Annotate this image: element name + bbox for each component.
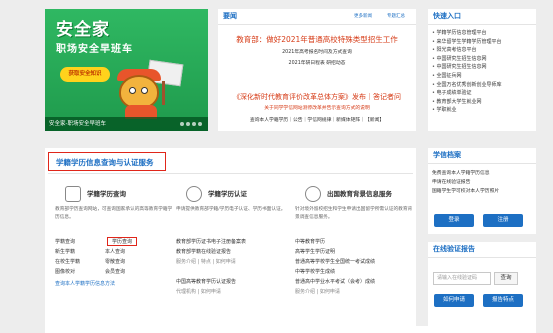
link-secondary-score[interactable]: 中等学校学生成绩 (295, 268, 335, 275)
carousel-dot[interactable] (198, 122, 202, 126)
promo-banner[interactable]: 安全家 职场安全早班车 获取安全知识 安全家-职场安全早班车 (45, 9, 208, 131)
news-title: 要闻 (223, 12, 237, 20)
archive-panel: 学信档案 免费查询本人学籍学历信息 申请在线验证报告 国籍学生学可校对本人学历照… (428, 148, 536, 234)
overseas-edu-column: 出国教育背景信息服务 针对境外留校招生和学生申请出国留学所需认证的教育背景调查信… (293, 180, 413, 325)
link-gaokao-score[interactable]: 普通高等学校学生全国统一考试成绩 (295, 258, 375, 265)
archive-header: 学信档案 (428, 148, 536, 164)
quick-entry-item[interactable]: 全国万名优秀创新创业导师库 (432, 81, 502, 90)
link-service-info[interactable]: 服务介绍 | 特点 | 如何申请 (176, 258, 236, 265)
certificate-icon (186, 186, 202, 202)
link-cert-report[interactable]: 中国高等教育学历认证报告 (176, 278, 236, 285)
news-panel: 要闻 更多新闻 专题汇总 教育部：做好2021年普通高校特殊类型招生工作 202… (218, 9, 416, 131)
link-self-query[interactable]: 本人查询 (105, 248, 125, 255)
news-header: 要闻 更多新闻 专题汇总 (218, 9, 416, 25)
banner-subtitle: 职场安全早班车 (56, 44, 133, 55)
archive-lines: 免费查询本人学籍学历信息 申请在线验证报告 国籍学生学可校对本人学历照片 (432, 169, 499, 196)
login-button[interactable]: 登录 (434, 214, 474, 227)
archive-title: 学信档案 (433, 151, 461, 159)
how-to-apply-button[interactable]: 如何申请 (434, 294, 474, 307)
news-line[interactable]: 2021年研日程表 研招动态 (218, 59, 416, 66)
mascot-eye (141, 87, 148, 94)
banner-brand: 安全家 (56, 20, 110, 40)
xueli-cert-column: 学籍学历认证 申请提供教育部学籍/学历电子认证、学历书面认证。 教育部学历证书电… (174, 180, 292, 325)
news-notice[interactable]: 关于同学学信网站测停改革并告示查询方式的说明 (218, 104, 416, 111)
link-huikao-score[interactable]: 普通高中学业水平考试（会考）成绩 (295, 278, 375, 285)
column-name: 出国教育背景信息服务 (327, 190, 392, 198)
link-cert-registration[interactable]: 教育部学历证书电子注册备案表 (176, 238, 246, 245)
more-news-link[interactable]: 更多新闻 (354, 13, 372, 19)
column-desc: 教育部学历查询网站，可查询国家承认的高等教育学籍学历信息。 (55, 207, 173, 220)
quick-entry-item[interactable]: 学职就业 (432, 106, 502, 115)
column-desc: 针对境外留校招生和学生申请出国留学所需认证的教育背景调查信息服务。 (295, 207, 413, 220)
carousel-dot[interactable] (192, 122, 196, 126)
news-line[interactable]: 2021年高考报名时间及方式查询 (218, 48, 416, 55)
lower-panel-edge (45, 326, 536, 333)
column-desc: 申请提供教育部学籍/学历电子认证、学历书面认证。 (176, 207, 286, 212)
search-icon (65, 186, 81, 202)
register-button[interactable]: 注册 (483, 214, 523, 227)
sign-pole-illustration (162, 81, 165, 105)
quick-entry-list: 学籍学历信息管理平台 来华留学生学籍学历管理平台 阳光高考信息平台 中国研究生招… (432, 29, 502, 115)
query-service-panel: 学籍学历信息查询与认证服务 学籍学历查询 教育部学历查询网站，可查询国家承认的高… (45, 148, 416, 328)
verify-header: 在线验证报告 (428, 242, 536, 258)
quick-entry-item[interactable]: 中国研究生招生信息网 (432, 63, 502, 72)
quick-entry-item[interactable]: 全国征兵网 (432, 72, 502, 81)
verify-title: 在线验证报告 (433, 245, 475, 253)
quick-entry-header: 快速入口 (428, 9, 536, 25)
quick-entry-item[interactable]: 学籍学历信息管理平台 (432, 29, 502, 38)
column-name: 学籍学历认证 (208, 190, 247, 198)
banner-cta-button[interactable]: 获取安全知识 (60, 67, 110, 82)
news-footer-links[interactable]: 查询本人学籍学历｜公告｜学信网规律｜新媒体矩阵｜【新闻】 (218, 116, 416, 123)
column-links: 中等教育学历 高等学生学历证明 普通高等学校学生全国统一考试成绩 中等学校学生成… (295, 238, 413, 298)
verify-code-input[interactable]: 请输入在线验证码 (433, 272, 491, 285)
link-image-check[interactable]: 图像校对 (55, 268, 75, 275)
archive-line: 免费查询本人学籍学历信息 (432, 171, 490, 176)
quick-entry-item[interactable]: 中国研究生招生信息网 (432, 55, 502, 64)
quick-entry-item[interactable]: 阳光高考信息平台 (432, 46, 502, 55)
archive-line: 申请在线验证报告 (432, 180, 471, 185)
link-in-school[interactable]: 在校生学籍 (55, 258, 80, 265)
quick-entry-item[interactable]: 来华留学生学籍学历管理平台 (432, 38, 502, 47)
column-links: 学籍查询 学历查询 新生学籍 本人查询 在校生学籍 零散查询 图像校对 会员查询 查询本… (55, 237, 173, 290)
mascot-eye (129, 87, 136, 94)
verify-report-panel: 在线验证报告 请输入在线验证码 查询 如何申请 报告特点 (428, 242, 536, 328)
quick-entry-panel: 快速入口 学籍学历信息管理平台 来华留学生学籍学历管理平台 阳光高考信息平台 中… (428, 9, 536, 131)
report-features-button[interactable]: 报告特点 (483, 294, 523, 307)
carousel-dot[interactable] (180, 122, 184, 126)
column-name: 学籍学历查询 (87, 190, 126, 198)
archive-line: 国籍学生学可校对本人学历照片 (432, 189, 500, 194)
link-online-verify[interactable]: 教育部学籍在线验证报告 (176, 248, 231, 255)
carousel-dots[interactable] (180, 122, 202, 126)
topics-link[interactable]: 专题汇总 (387, 13, 405, 19)
link-new-student[interactable]: 新生学籍 (55, 248, 75, 255)
link-agency[interactable]: 代理机构 | 如何申请 (176, 288, 221, 295)
link-zero-query[interactable]: 零散查询 (105, 258, 125, 265)
link-query-method[interactable]: 查询本人学籍学历信息方法 (55, 280, 115, 287)
column-links: 教育部学历证书电子注册备案表 教育部学籍在线验证报告 服务介绍 | 特点 | 如… (176, 238, 294, 298)
link-xueji-query[interactable]: 学籍查询 (55, 238, 75, 245)
link-member-query[interactable]: 会员查询 (105, 268, 125, 275)
divider (48, 173, 413, 174)
news-headline[interactable]: 教育部：做好2021年普通高校特殊类型招生工作 (218, 34, 416, 45)
link-xueli-query[interactable]: 学历查询 (107, 237, 138, 246)
link-secondary-edu[interactable]: 中等教育学历 (295, 238, 325, 245)
verify-query-button[interactable]: 查询 (494, 272, 518, 285)
news-headline-secondary[interactable]: 《深化新时代教育评价改革总体方案》发布｜答记者问 (218, 92, 416, 102)
quick-entry-item[interactable]: 教育部大学生就业网 (432, 98, 502, 107)
quick-entry-title: 快速入口 (433, 12, 461, 20)
query-service-title: 学籍学历信息查询与认证服务 (56, 158, 154, 167)
link-overseas-service[interactable]: 服务介绍 | 如何申请 (295, 288, 340, 295)
xueli-query-column: 学籍学历查询 教育部学历查询网站，可查询国家承认的高等教育学籍学历信息。 学籍查… (53, 180, 173, 325)
mascot-illustration (119, 75, 159, 109)
quick-entry-item[interactable]: 电子成绩单验证 (432, 89, 502, 98)
globe-icon (305, 186, 321, 202)
link-higher-edu[interactable]: 高等学生学历证明 (295, 248, 335, 255)
carousel-dot[interactable] (186, 122, 190, 126)
